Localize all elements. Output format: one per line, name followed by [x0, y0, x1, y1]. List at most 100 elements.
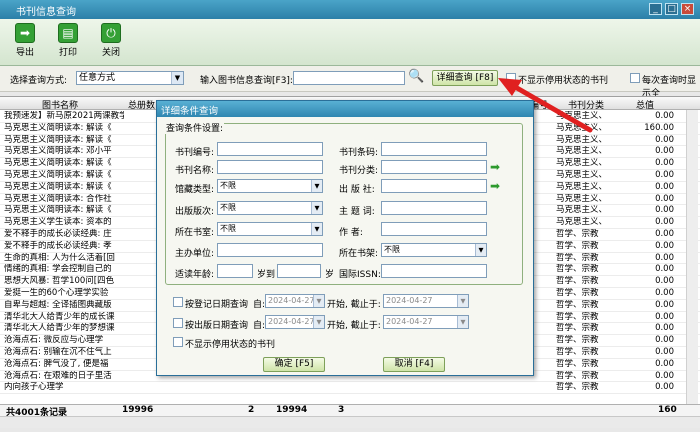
book-name-cell: 马克思主义简明读本: 邓小平 [4, 146, 112, 157]
total-value-cell: 0.00 [655, 252, 674, 263]
query-method-label: 选择查询方式: [10, 76, 68, 86]
author-label: 作 者: [339, 228, 363, 238]
collection-type-select[interactable]: 不限 ▼ [217, 179, 323, 193]
print-button[interactable]: ▤ 打印 [51, 23, 85, 58]
header-total-value[interactable]: 总值 [636, 98, 654, 111]
issn-input[interactable] [381, 264, 487, 278]
export-label: 导出 [15, 48, 34, 58]
footer-col4: 3 [338, 405, 345, 415]
chevron-down-icon: ▼ [313, 295, 324, 307]
subject-input[interactable] [381, 201, 487, 215]
confirm-button[interactable]: 确定 [F5] [263, 357, 325, 372]
arrow-right-icon[interactable]: ➡ [490, 180, 504, 192]
maximize-button[interactable]: □ [665, 3, 678, 15]
close-window-button[interactable]: × [681, 3, 694, 15]
annotation-arrow [498, 78, 593, 133]
shelf-select[interactable]: 不限 ▼ [381, 243, 487, 257]
header-book-name[interactable]: 图书名称 [42, 98, 78, 111]
subject-label: 主 题 词: [339, 207, 375, 217]
register-to-date[interactable]: 2024-04-27 ▼ [383, 294, 469, 308]
category-cell: 马克思主义、 [556, 158, 608, 169]
publish-until-label: 开始, 截止于: [327, 321, 381, 331]
header-total-copies[interactable]: 总册数 [128, 98, 155, 111]
book-name-cell: 清华北大人给青少年的梦想课 [4, 323, 115, 334]
query-method-select[interactable]: 任意方式 ▼ [76, 71, 184, 85]
total-value-cell: 0.00 [655, 217, 674, 228]
power-icon: ⏻ [101, 23, 121, 43]
category-cell: 马克思主义、 [556, 205, 608, 216]
detail-query-button[interactable]: 详细查询 [F8] [432, 70, 498, 86]
total-value-cell: 0.00 [655, 347, 674, 357]
horizontal-scrollbar[interactable] [0, 416, 700, 428]
total-value-cell: 0.00 [655, 205, 674, 216]
register-date-checkbox[interactable] [173, 297, 183, 307]
age-to-input[interactable] [277, 264, 321, 278]
book-name-cell: 生命的真相: 人为什么活着[回 [4, 252, 115, 263]
book-code-input[interactable] [381, 142, 487, 156]
total-value-cell: 0.00 [655, 181, 674, 192]
register-date-label: 按登记日期查询 [185, 300, 249, 310]
book-no-input[interactable] [217, 142, 323, 156]
auto-show-checkbox[interactable] [630, 73, 640, 83]
register-from-label: 自: [253, 300, 266, 310]
age-to-label: 岁到 [257, 270, 276, 280]
total-value-cell: 0.00 [655, 240, 674, 251]
book-name-cell: 爱不释手的成长必读经典: 孝 [4, 240, 112, 251]
book-name-cell: 思想大风暴: 哲学100问[四色 [4, 276, 115, 287]
book-name-cell: 清华北大人给青少年的成长课 [4, 311, 115, 322]
publish-to-date[interactable]: 2024-04-27 ▼ [383, 315, 469, 329]
dialog-hide-disabled-checkbox[interactable] [173, 337, 183, 347]
author-input[interactable] [381, 222, 487, 236]
table-row[interactable]: 内向孩子心理学 哲学、宗教 0.00 [0, 382, 700, 395]
total-value-cell: 0.00 [655, 111, 674, 121]
close-button[interactable]: ⏻ 关闭 [94, 23, 128, 58]
book-name-input[interactable] [217, 160, 323, 174]
category-cell: 马克思主义、 [556, 170, 608, 180]
dialog-hide-disabled-label: 不显示停用状态的书刊 [185, 340, 276, 350]
query-input[interactable] [293, 71, 405, 85]
total-value-cell: 0.00 [655, 276, 674, 287]
collection-type-value: 不限 [220, 181, 236, 190]
category-cell: 哲学、宗教 [556, 370, 599, 381]
arrow-right-icon[interactable]: ➡ [490, 161, 504, 173]
total-value-cell: 0.00 [655, 229, 674, 239]
category-cell: 哲学、宗教 [556, 335, 599, 346]
publisher-input[interactable] [381, 179, 487, 193]
book-name-cell: 马克思主义简明读本: 解读《 [4, 134, 112, 145]
total-value-cell: 0.00 [655, 323, 674, 334]
book-category-label: 书刊分类: [339, 166, 379, 176]
export-button[interactable]: ➡ 导出 [8, 23, 42, 58]
category-cell: 哲学、宗教 [556, 252, 599, 263]
study-room-select[interactable]: 不限 ▼ [217, 222, 323, 236]
total-value-cell: 0.00 [655, 158, 674, 169]
export-icon: ➡ [15, 23, 35, 43]
book-name-cell: 马克思主义简明读本: 解读《 [4, 205, 112, 216]
book-name-cell: 情绪的真相: 学会控制自己的 [4, 264, 112, 275]
category-cell: 马克思主义、 [556, 217, 608, 228]
search-icon[interactable]: 🔍 [408, 69, 424, 84]
book-category-input[interactable] [381, 160, 487, 174]
footer-col3: 19994 [276, 405, 308, 415]
collection-type-label: 馆藏类型: [175, 185, 215, 195]
register-from-date[interactable]: 2024-04-27 ▼ [265, 294, 325, 308]
group-title: 查询条件设置: [165, 121, 225, 134]
category-cell: 哲学、宗教 [556, 323, 599, 334]
publish-date-checkbox[interactable] [173, 318, 183, 328]
query-method-value: 任意方式 [79, 73, 116, 83]
age-from-input[interactable] [217, 264, 253, 278]
register-to-value: 2024-04-27 [386, 296, 433, 305]
book-name-cell: 马克思主义学生读本: 资本的 [4, 217, 112, 228]
chevron-down-icon: ▼ [171, 72, 183, 84]
book-name-cell: 爱挺一生的60个心理学实验 [4, 288, 109, 298]
category-cell: 哲学、宗教 [556, 288, 599, 298]
detail-query-dialog: 详细条件查询 查询条件设置: 书刊编号: 书刊条码: 书刊名称: 书刊分类: ➡… [156, 100, 534, 376]
host-unit-input[interactable] [217, 243, 323, 257]
total-value-cell: 0.00 [655, 193, 674, 204]
publish-from-date[interactable]: 2024-04-27 ▼ [265, 315, 325, 329]
vertical-scrollbar[interactable] [686, 110, 698, 404]
edition-label: 出版版次: [175, 207, 215, 217]
cancel-button[interactable]: 取消 [F4] [383, 357, 445, 372]
minimize-button[interactable]: _ [649, 3, 662, 15]
close-label: 关闭 [101, 48, 120, 58]
edition-select[interactable]: 不限 ▼ [217, 201, 323, 215]
